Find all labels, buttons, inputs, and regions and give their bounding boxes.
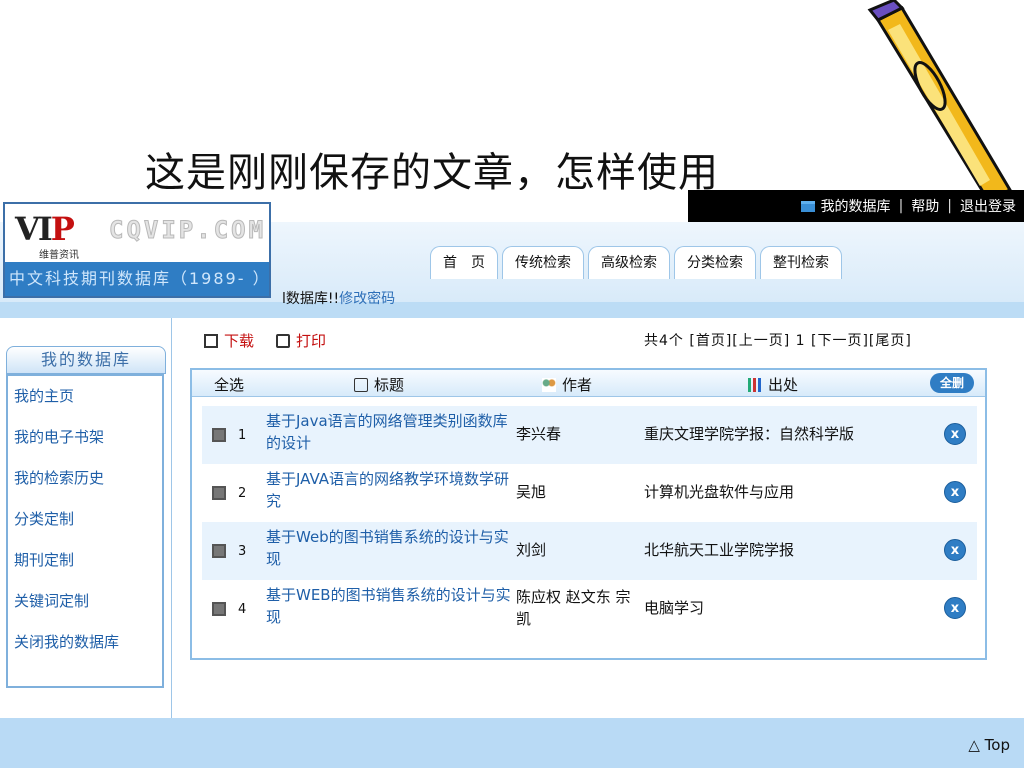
row-number: 2	[238, 486, 247, 501]
people-icon	[542, 378, 556, 392]
tab-traditional-search[interactable]: 传统检索	[502, 246, 584, 279]
header-band-bottom	[0, 302, 1024, 318]
delete-row-button[interactable]: x	[944, 597, 966, 619]
save-icon[interactable]	[204, 333, 218, 348]
article-source: 北华航天工业学院学报	[644, 541, 795, 559]
tab-journal-search[interactable]: 整刊检索	[760, 246, 842, 279]
article-title-link[interactable]: 基于Web的图书销售系统的设计与实现	[266, 526, 516, 570]
title-header: 标题	[354, 374, 404, 395]
print-icon[interactable]	[276, 333, 291, 348]
source-header: 出处	[748, 374, 798, 395]
welcome-message: l数据库!!修改密码	[282, 288, 395, 308]
delete-all-button[interactable]: 全删	[930, 373, 974, 393]
row-number: 1	[238, 428, 247, 443]
sidebar-item-close-database[interactable]: 关闭我的数据库	[8, 622, 162, 663]
toolbar: 下载 打印	[204, 330, 326, 351]
sidebar-item-bookshelf[interactable]: 我的电子书架	[8, 417, 162, 458]
table-row: 4 基于WEB的图书销售系统的设计与实现 陈应权 赵文东 宗凯 电脑学习 x	[202, 580, 977, 638]
print-button[interactable]: 打印	[296, 330, 326, 351]
folder-icon	[800, 200, 815, 212]
tab-home[interactable]: 首 页	[430, 246, 498, 279]
sidebar-item-journal-custom[interactable]: 期刊定制	[8, 540, 162, 581]
back-to-top-link[interactable]: △ Top	[968, 736, 1010, 754]
row-checkbox[interactable]	[212, 544, 226, 558]
row-number: 4	[238, 602, 247, 617]
article-source: 电脑学习	[644, 599, 705, 617]
sidebar: 我的数据库 我的主页 我的电子书架 我的检索历史 分类定制 期刊定制 关键词定制…	[0, 318, 172, 718]
vip-logo: VIP	[15, 210, 75, 248]
sidebar-item-category-custom[interactable]: 分类定制	[8, 499, 162, 540]
row-checkbox[interactable]	[212, 486, 226, 500]
article-title-link[interactable]: 基于WEB的图书销售系统的设计与实现	[266, 584, 516, 628]
site-logo[interactable]: VIP 维普资讯 CQVIP.COM 中文科技期刊数据库（1989- ）	[3, 202, 271, 298]
delete-row-button[interactable]: x	[944, 481, 966, 503]
pagination[interactable]: 共4个 [首页][上一页] 1 [下一页][尾页]	[644, 330, 912, 350]
help-link[interactable]: 帮助	[911, 196, 939, 216]
sidebar-item-search-history[interactable]: 我的检索历史	[8, 458, 162, 499]
brand-text: CQVIP.COM	[108, 216, 267, 245]
delete-row-button[interactable]: x	[944, 423, 966, 445]
select-all-button[interactable]: 全选	[214, 374, 244, 395]
article-author: 李兴春	[516, 425, 562, 443]
main-tabs: 首 页 传统检索 高级检索 分类检索 整刊检索	[430, 246, 846, 279]
table-header: 全选 标题 作者 出处 全删	[192, 370, 985, 397]
separator: |	[898, 198, 904, 214]
my-database-link[interactable]: 我的数据库	[821, 196, 891, 216]
top-nav: 我的数据库 | 帮助 | 退出登录	[688, 190, 1024, 222]
table-row: 3 基于Web的图书销售系统的设计与实现 刘剑 北华航天工业学院学报 x	[202, 522, 977, 580]
article-source: 重庆文理学院学报：自然科学版	[644, 425, 855, 443]
article-title-link[interactable]: 基于JAVA语言的网络教学环境数学研究	[266, 468, 516, 512]
tab-advanced-search[interactable]: 高级检索	[588, 246, 670, 279]
welcome-text: l数据库!!	[282, 291, 340, 307]
change-password-link[interactable]: 修改密码	[339, 291, 395, 307]
sidebar-header: 我的数据库	[6, 346, 166, 374]
article-author: 吴旭	[516, 483, 547, 501]
logout-link[interactable]: 退出登录	[960, 196, 1016, 216]
sidebar-item-home[interactable]: 我的主页	[8, 376, 162, 417]
article-author: 刘剑	[516, 541, 547, 559]
article-author: 陈应权 赵文东 宗凯	[516, 588, 631, 628]
document-icon	[354, 378, 368, 392]
delete-row-button[interactable]: x	[944, 539, 966, 561]
footer-bar: △ Top	[0, 718, 1024, 768]
article-title-link[interactable]: 基于Java语言的网络管理类别函数库的设计	[266, 410, 516, 454]
table-row: 2 基于JAVA语言的网络教学环境数学研究 吴旭 计算机光盘软件与应用 x	[202, 464, 977, 522]
author-header: 作者	[542, 374, 592, 395]
table-row: 1 基于Java语言的网络管理类别函数库的设计 李兴春 重庆文理学院学报：自然科…	[202, 406, 977, 464]
row-checkbox[interactable]	[212, 428, 226, 442]
article-source: 计算机光盘软件与应用	[644, 483, 795, 501]
row-checkbox[interactable]	[212, 602, 226, 616]
download-button[interactable]: 下载	[224, 330, 254, 351]
tab-category-search[interactable]: 分类检索	[674, 246, 756, 279]
database-name: 中文科技期刊数据库（1989- ）	[5, 262, 269, 296]
row-number: 3	[238, 544, 247, 559]
logo-subtitle: 维普资讯	[39, 250, 79, 261]
separator: |	[947, 198, 952, 214]
sidebar-menu: 我的主页 我的电子书架 我的检索历史 分类定制 期刊定制 关键词定制 关闭我的数…	[6, 374, 164, 688]
saved-articles-table: 全选 标题 作者 出处 全删 1 基于Java语言的网络管理类别函数库的设计 李…	[190, 368, 987, 660]
pencil-icon	[867, 0, 1018, 200]
sidebar-item-keyword-custom[interactable]: 关键词定制	[8, 581, 162, 622]
app-window: 我的数据库 | 帮助 | 退出登录 VIP 维普资讯 CQVIP.COM 中文科…	[0, 190, 1024, 768]
bar-chart-icon	[748, 378, 762, 392]
